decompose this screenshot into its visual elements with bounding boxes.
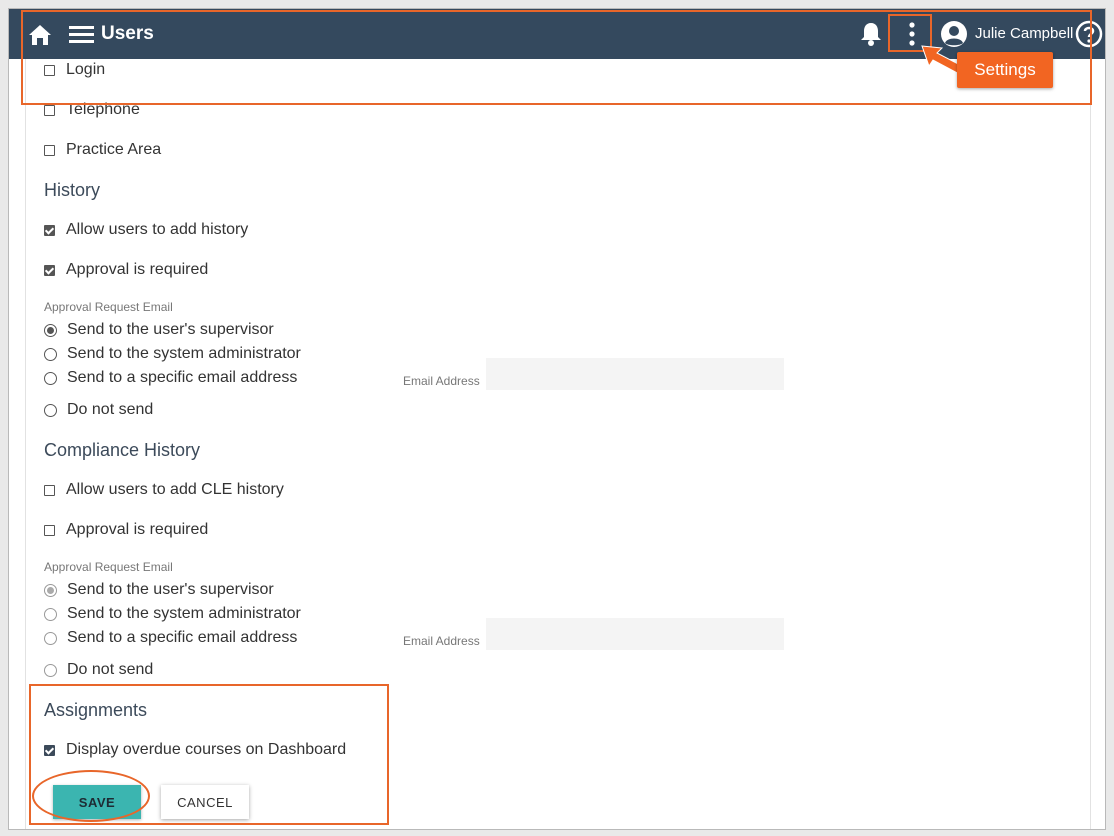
compliance-option-specific-email[interactable]: Send to a specific email address [44,629,297,647]
practice-area-checkbox[interactable] [44,144,55,156]
home-icon[interactable] [27,23,53,52]
history-approval-email-label: Approval Request Email [44,300,173,314]
app-window: Users Julie Campbell Login Telephone Pra… [8,8,1106,830]
settings-content: Login Telephone Practice Area History Al… [25,59,1091,829]
history-do-not-send-radio[interactable] [44,403,57,417]
compliance-email-address-label: Email Address [403,634,480,648]
help-icon[interactable] [1075,20,1103,53]
field-login-row[interactable]: Login [44,61,105,79]
history-supervisor-radio[interactable] [44,323,57,337]
compliance-specific-email-radio[interactable] [44,631,57,645]
compliance-option-do-not-send[interactable]: Do not send [44,661,153,679]
assignments-heading: Assignments [44,700,148,720]
history-email-address-label: Email Address [403,374,480,388]
telephone-checkbox[interactable] [44,104,55,116]
history-option-admin[interactable]: Send to the system administrator [44,345,301,363]
history-option-do-not-send[interactable]: Do not send [44,401,153,419]
page-title: Users [101,23,154,44]
bell-icon[interactable] [859,21,883,52]
compliance-option-supervisor[interactable]: Send to the user's supervisor [44,581,274,599]
history-email-address-input[interactable] [486,358,784,390]
compliance-approval-required-label: Approval is required [66,521,209,538]
compliance-allow-add-row[interactable]: Allow users to add CLE history [44,481,284,499]
kebab-icon[interactable] [907,21,917,52]
compliance-do-not-send-radio[interactable] [44,663,57,677]
field-telephone-row[interactable]: Telephone [44,101,140,119]
history-approval-required-checkbox[interactable] [44,264,55,276]
compliance-option-admin-label: Send to the system administrator [67,605,301,622]
field-practice-area-label: Practice Area [66,141,162,158]
history-option-supervisor[interactable]: Send to the user's supervisor [44,321,274,339]
field-login-label: Login [66,61,106,78]
menu-icon[interactable] [69,25,95,50]
compliance-history-heading: Compliance History [44,440,201,460]
login-checkbox[interactable] [44,64,55,76]
history-option-specific-email[interactable]: Send to a specific email address [44,369,297,387]
user-name[interactable]: Julie Campbell [975,25,1073,42]
history-allow-add-row[interactable]: Allow users to add history [44,221,248,239]
compliance-approval-required-checkbox[interactable] [44,524,55,536]
history-heading: History [44,180,101,200]
compliance-allow-add-checkbox[interactable] [44,484,55,496]
compliance-supervisor-radio[interactable] [44,583,57,597]
history-allow-add-checkbox[interactable] [44,224,55,236]
history-allow-add-label: Allow users to add history [66,221,249,238]
history-option-supervisor-label: Send to the user's supervisor [67,321,274,338]
save-button[interactable]: SAVE [53,785,141,819]
history-approval-required-row[interactable]: Approval is required [44,261,208,279]
field-practice-area-row[interactable]: Practice Area [44,141,161,159]
compliance-email-address-input[interactable] [486,618,784,650]
settings-callout-label: Settings [957,52,1053,88]
history-option-do-not-send-label: Do not send [67,401,154,418]
compliance-option-supervisor-label: Send to the user's supervisor [67,581,274,598]
compliance-option-do-not-send-label: Do not send [67,661,154,678]
field-telephone-label: Telephone [66,101,140,118]
history-approval-required-label: Approval is required [66,261,209,278]
history-option-admin-label: Send to the system administrator [67,345,301,362]
history-option-specific-email-label: Send to a specific email address [67,369,298,386]
history-admin-radio[interactable] [44,347,57,361]
compliance-approval-required-row[interactable]: Approval is required [44,521,208,539]
display-overdue-row[interactable]: Display overdue courses on Dashboard [44,741,346,759]
display-overdue-label: Display overdue courses on Dashboard [66,741,347,758]
compliance-option-specific-email-label: Send to a specific email address [67,629,298,646]
display-overdue-checkbox[interactable] [44,744,55,756]
compliance-admin-radio[interactable] [44,607,57,621]
cancel-button[interactable]: CANCEL [161,785,249,819]
history-specific-email-radio[interactable] [44,371,57,385]
compliance-allow-add-label: Allow users to add CLE history [66,481,284,498]
compliance-option-admin[interactable]: Send to the system administrator [44,605,301,623]
compliance-approval-email-label: Approval Request Email [44,560,173,574]
